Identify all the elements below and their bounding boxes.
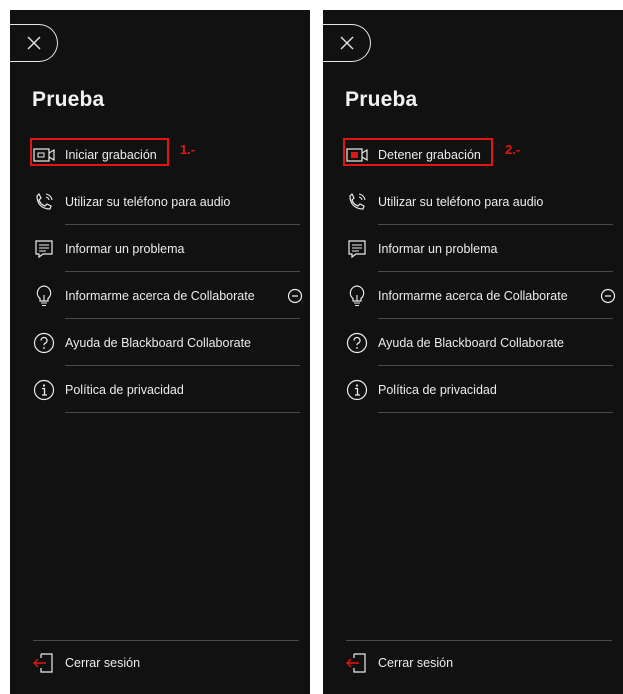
step-annotation: 2.- <box>505 142 521 157</box>
report-problem-item[interactable]: Informar un problema <box>32 225 300 272</box>
help-item[interactable]: Ayuda de Blackboard Collaborate <box>345 319 613 366</box>
sign-out-button[interactable]: Cerrar sesión <box>32 651 140 675</box>
menu-item-label: Ayuda de Blackboard Collaborate <box>65 335 252 350</box>
stop-recording-item[interactable]: Detener grabación 2.- <box>343 131 613 178</box>
report-problem-item[interactable]: Informar un problema <box>345 225 613 272</box>
help-icon <box>345 331 369 355</box>
annotation-highlight-box <box>343 138 493 166</box>
exit-icon <box>345 651 369 675</box>
phone-icon <box>32 190 56 214</box>
session-menu: Detener grabación 2.- Utilizar su teléfo… <box>343 131 616 413</box>
help-item[interactable]: Ayuda de Blackboard Collaborate <box>32 319 300 366</box>
expand-icon[interactable] <box>287 288 303 304</box>
help-icon <box>32 331 56 355</box>
close-button[interactable] <box>323 24 371 62</box>
lightbulb-icon <box>345 284 369 308</box>
phone-audio-item[interactable]: Utilizar su teléfono para audio <box>345 178 613 225</box>
menu-item-label: Informarme acerca de Collaborate <box>65 288 255 303</box>
info-icon <box>345 378 369 402</box>
lightbulb-icon <box>32 284 56 308</box>
close-icon <box>340 36 353 50</box>
phone-icon <box>345 190 369 214</box>
about-collaborate-item[interactable]: Informarme acerca de Collaborate <box>345 272 616 319</box>
menu-item-label: Informarme acerca de Collaborate <box>378 288 568 303</box>
session-menu-panel-right: Prueba Detener grabación 2.- Utilizar su… <box>323 10 623 694</box>
expand-icon[interactable] <box>600 288 616 304</box>
privacy-policy-item[interactable]: Política de privacidad <box>345 366 613 413</box>
menu-item-label: Ayuda de Blackboard Collaborate <box>378 335 565 350</box>
session-menu: Iniciar grabación 1.- Utilizar su teléfo… <box>30 131 303 413</box>
exit-icon <box>32 651 56 675</box>
menu-item-label: Informar un problema <box>65 241 185 256</box>
info-icon <box>32 378 56 402</box>
close-icon <box>27 36 40 50</box>
menu-item-label: Utilizar su teléfono para audio <box>65 194 231 209</box>
menu-item-label: Política de privacidad <box>378 382 497 397</box>
menu-item-label: Utilizar su teléfono para audio <box>378 194 544 209</box>
phone-audio-item[interactable]: Utilizar su teléfono para audio <box>32 178 300 225</box>
session-title: Prueba <box>32 88 105 111</box>
sign-out-label: Cerrar sesión <box>65 656 141 670</box>
step-annotation: 1.- <box>180 142 196 157</box>
about-collaborate-item[interactable]: Informarme acerca de Collaborate <box>32 272 303 319</box>
privacy-policy-item[interactable]: Política de privacidad <box>32 366 300 413</box>
annotation-highlight-box <box>30 138 169 166</box>
feedback-icon <box>32 237 56 261</box>
close-button[interactable] <box>10 24 58 62</box>
sign-out-button[interactable]: Cerrar sesión <box>345 651 453 675</box>
start-recording-item[interactable]: Iniciar grabación 1.- <box>30 131 300 178</box>
sign-out-label: Cerrar sesión <box>378 656 454 670</box>
menu-item-label: Política de privacidad <box>65 382 184 397</box>
feedback-icon <box>345 237 369 261</box>
menu-item-label: Informar un problema <box>378 241 498 256</box>
session-menu-panel-left: Prueba Iniciar grabación 1.- Utilizar su… <box>10 10 310 694</box>
session-title: Prueba <box>345 88 418 111</box>
